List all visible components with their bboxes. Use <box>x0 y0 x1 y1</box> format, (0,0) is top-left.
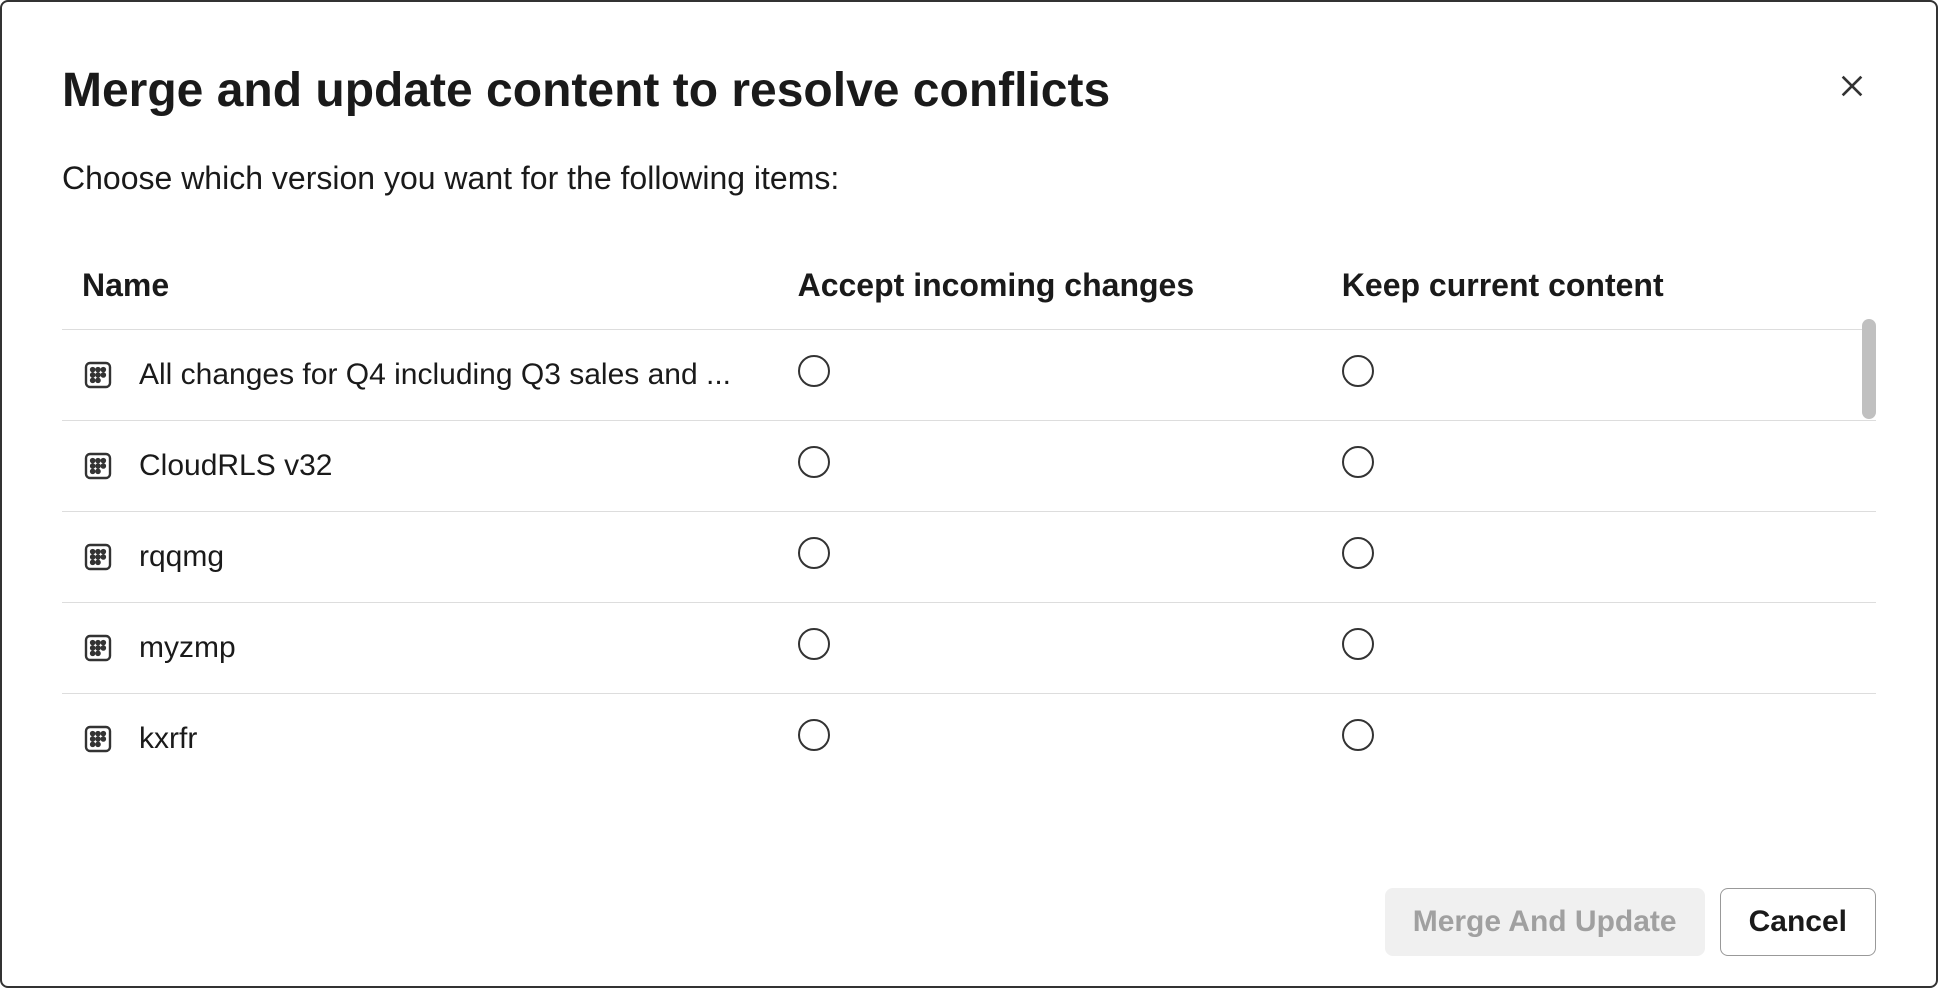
item-name: CloudRLS v32 <box>139 449 332 483</box>
column-header-name: Name <box>62 247 788 330</box>
radio-accept[interactable] <box>798 537 830 569</box>
radio-accept[interactable] <box>798 446 830 478</box>
close-button[interactable] <box>1828 62 1876 113</box>
name-cell: myzmp <box>72 631 778 665</box>
dialog-footer: Merge And Update Cancel <box>62 858 1876 956</box>
merge-conflicts-dialog: Merge and update content to resolve conf… <box>0 0 1938 988</box>
name-cell: All changes for Q4 including Q3 sales an… <box>72 358 778 392</box>
close-icon <box>1836 70 1868 105</box>
table-row: myzmp <box>62 602 1876 693</box>
table-row: kxrfr <box>62 693 1876 784</box>
name-cell: CloudRLS v32 <box>72 449 778 483</box>
item-name: All changes for Q4 including Q3 sales an… <box>139 358 731 392</box>
scrollbar-thumb[interactable] <box>1862 319 1876 419</box>
radio-keep[interactable] <box>1342 537 1374 569</box>
radio-keep[interactable] <box>1342 446 1374 478</box>
dialog-title: Merge and update content to resolve conf… <box>62 62 1110 120</box>
merge-and-update-button[interactable]: Merge And Update <box>1385 888 1705 956</box>
model-icon <box>82 359 114 391</box>
radio-accept[interactable] <box>798 719 830 751</box>
table-row: All changes for Q4 including Q3 sales an… <box>62 329 1876 420</box>
name-cell: rqqmg <box>72 540 778 574</box>
model-icon <box>82 723 114 755</box>
table-row: rqqmg <box>62 511 1876 602</box>
model-icon <box>82 541 114 573</box>
radio-keep[interactable] <box>1342 719 1374 751</box>
dialog-subtitle: Choose which version you want for the fo… <box>62 160 1876 197</box>
radio-keep[interactable] <box>1342 355 1374 387</box>
dialog-header: Merge and update content to resolve conf… <box>62 62 1876 120</box>
table-row: CloudRLS v32 <box>62 420 1876 511</box>
item-name: rqqmg <box>139 540 224 574</box>
cancel-button[interactable]: Cancel <box>1720 888 1876 956</box>
name-cell: kxrfr <box>72 722 778 756</box>
radio-accept[interactable] <box>798 628 830 660</box>
conflicts-table: Name Accept incoming changes Keep curren… <box>62 247 1876 784</box>
radio-keep[interactable] <box>1342 628 1374 660</box>
model-icon <box>82 450 114 482</box>
model-icon <box>82 632 114 664</box>
item-name: myzmp <box>139 631 236 665</box>
radio-accept[interactable] <box>798 355 830 387</box>
item-name: kxrfr <box>139 722 197 756</box>
column-header-keep: Keep current content <box>1332 247 1876 330</box>
conflicts-table-container: Name Accept incoming changes Keep curren… <box>62 247 1876 858</box>
column-header-accept: Accept incoming changes <box>788 247 1332 330</box>
